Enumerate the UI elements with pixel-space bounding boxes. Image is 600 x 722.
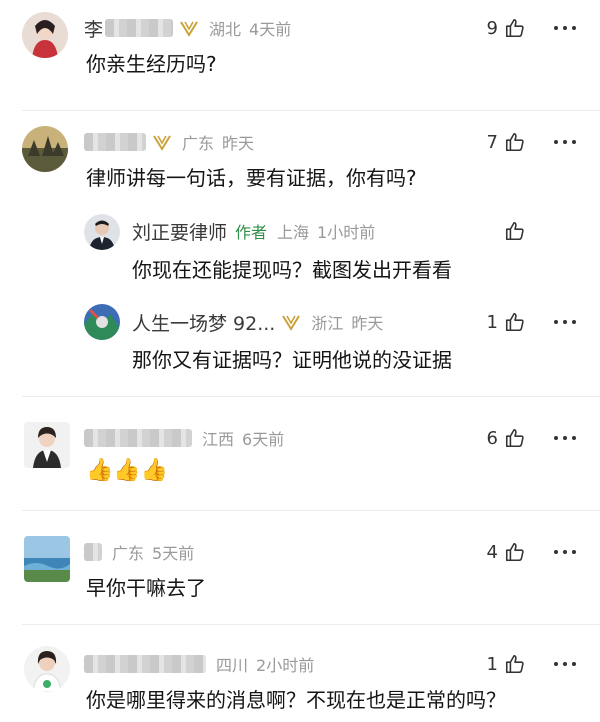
comment-text: 早你干嘛去了: [86, 576, 206, 600]
avatar[interactable]: [84, 304, 120, 340]
reply-username[interactable]: 人生一场梦 92...: [132, 309, 275, 336]
timestamp: 4天前: [249, 20, 292, 39]
comment-item: 四川 2小时前 1 你是哪里得来的消息啊？不现在也是正常的吗？: [0, 624, 600, 722]
location: 上海: [277, 223, 310, 242]
like-button[interactable]: 1: [482, 308, 526, 336]
timestamp: 昨天: [222, 134, 255, 153]
avatar[interactable]: [22, 126, 68, 172]
blurred-username: [84, 655, 206, 673]
like-count: 9: [486, 17, 498, 39]
thumbs-up-outline-icon: [505, 221, 524, 241]
username[interactable]: 李: [84, 15, 103, 42]
like-button[interactable]: 1: [482, 650, 526, 678]
like-button[interactable]: 6: [482, 424, 526, 452]
vip-badge-icon: [153, 135, 171, 151]
comment-item: 江西 6天前 6 👍👍👍: [0, 396, 600, 510]
location: 江西: [202, 430, 235, 449]
location: 湖北: [209, 20, 242, 39]
like-button[interactable]: 9: [482, 14, 526, 42]
like-button[interactable]: [482, 217, 526, 245]
like-count: 4: [486, 541, 498, 563]
timestamp: 昨天: [351, 314, 384, 333]
like-count: 7: [486, 131, 498, 153]
reply-username[interactable]: 刘正要律师: [132, 218, 227, 245]
like-count: 1: [486, 653, 498, 675]
more-options-button[interactable]: [554, 14, 581, 42]
location: 浙江: [311, 314, 344, 333]
avatar[interactable]: [84, 214, 120, 250]
timestamp: 5天前: [152, 544, 195, 563]
author-badge: 作者: [235, 223, 268, 242]
timestamp: 1小时前: [317, 223, 376, 242]
more-options-button[interactable]: [554, 128, 581, 156]
comment-item: 广东 昨天 7 律师讲每一句话，要有证据，你有吗? 刘正要律师 作者 上海 1小…: [0, 110, 600, 396]
avatar[interactable]: [24, 536, 70, 582]
more-options-button[interactable]: [554, 308, 581, 336]
thumbs-up-outline-icon: [505, 654, 524, 674]
comment-text: 你亲生经历吗?: [86, 52, 217, 76]
comment-text: 👍👍👍: [86, 458, 169, 483]
blurred-username: [84, 429, 192, 447]
timestamp: 6天前: [242, 430, 285, 449]
thumbs-up-outline-icon: [505, 132, 524, 152]
like-button[interactable]: 7: [482, 128, 526, 156]
thumbs-up-outline-icon: [505, 312, 524, 332]
thumbs-up-outline-icon: [505, 18, 524, 38]
comment-item: 广东 5天前 4 早你干嘛去了: [0, 510, 600, 624]
more-options-button[interactable]: [554, 650, 581, 678]
avatar[interactable]: [24, 422, 70, 468]
location: 广东: [112, 544, 145, 563]
blurred-username: [105, 19, 174, 37]
vip-badge-icon: [180, 21, 198, 37]
like-count: 6: [486, 427, 498, 449]
timestamp: 2小时前: [256, 656, 315, 675]
more-options-button[interactable]: [554, 424, 581, 452]
blurred-username: [84, 133, 146, 151]
location: 广东: [182, 134, 215, 153]
comment-text: 律师讲每一句话，要有证据，你有吗?: [86, 166, 417, 190]
thumbs-up-outline-icon: [505, 542, 524, 562]
like-count: 1: [486, 311, 498, 333]
like-button[interactable]: 4: [482, 538, 526, 566]
comment-item: 李 湖北 4天前 9 你亲生经历吗?: [0, 0, 600, 110]
avatar[interactable]: [24, 646, 70, 692]
comment-text: 你是哪里得来的消息啊？不现在也是正常的吗？: [86, 688, 506, 712]
more-options-button[interactable]: [554, 538, 581, 566]
blurred-username: [84, 543, 102, 561]
thumbs-up-outline-icon: [505, 428, 524, 448]
location: 四川: [216, 656, 249, 675]
reply-text: 那你又有证据吗？证明他说的没证据: [132, 348, 452, 372]
vip-badge-icon: [282, 315, 301, 331]
reply-text: 你现在还能提现吗？截图发出开看看: [132, 258, 452, 282]
avatar[interactable]: [22, 12, 68, 58]
